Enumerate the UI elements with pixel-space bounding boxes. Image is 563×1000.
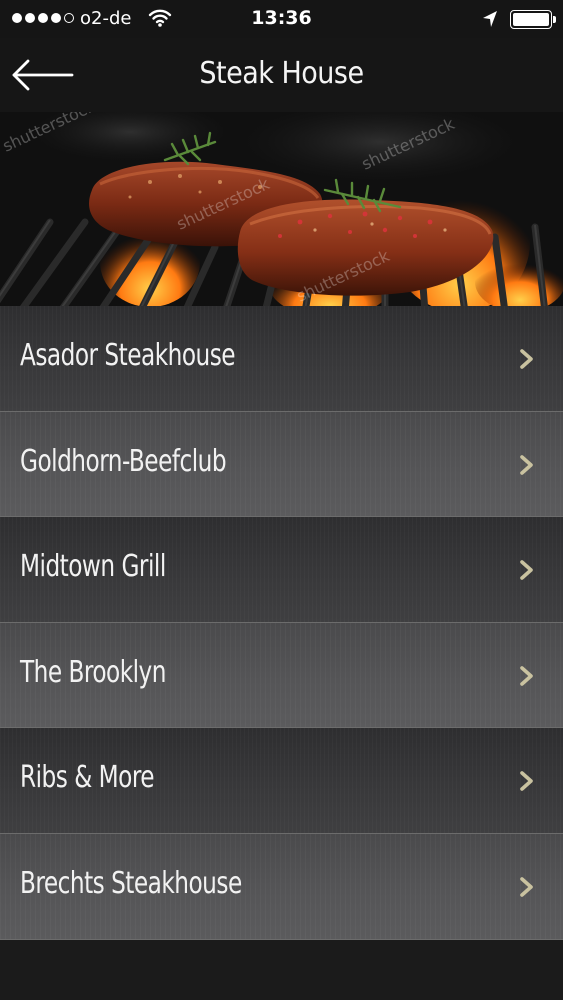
list-item-label: Asador Steakhouse [20,338,236,373]
status-bar: o2-de 13:36 [0,0,563,38]
chevron-right-icon [520,454,533,475]
chevron-right-icon [520,665,533,686]
chevron-right-icon [520,349,533,369]
list-item-label: The Brooklyn [20,654,167,690]
list-item[interactable]: Midtown Grill [0,517,563,623]
restaurant-list: Asador Steakhouse Goldhorn-Beefclub Midt… [0,306,563,940]
chevron-right-icon [520,877,533,897]
list-item[interactable]: Asador Steakhouse [0,306,563,412]
list-item[interactable]: Goldhorn-Beefclub [0,411,563,518]
battery-icon [510,10,556,29]
list-item-label: Goldhorn-Beefclub [20,443,227,479]
list-item-label: Midtown Grill [20,549,166,585]
hero-image: shutterstock shutterstock shutterstock s… [0,112,563,306]
status-time: 13:36 [251,7,312,29]
list-item-label: Brechts Steakhouse [20,865,242,901]
navigation-bar: Steak House [0,38,563,112]
list-item[interactable]: The Brooklyn [0,622,563,729]
list-item-label: Ribs & More [20,760,155,796]
chevron-right-icon [520,560,533,580]
list-item[interactable]: Brechts Steakhouse [0,833,563,940]
page-title: Steak House [199,56,364,91]
list-footer [0,940,563,1000]
chevron-right-icon [520,771,533,792]
location-arrow-icon [482,10,498,32]
screen: o2-de 13:36 Steak House shutterstock shu… [0,0,563,1000]
list-item[interactable]: Ribs & More [0,728,563,834]
